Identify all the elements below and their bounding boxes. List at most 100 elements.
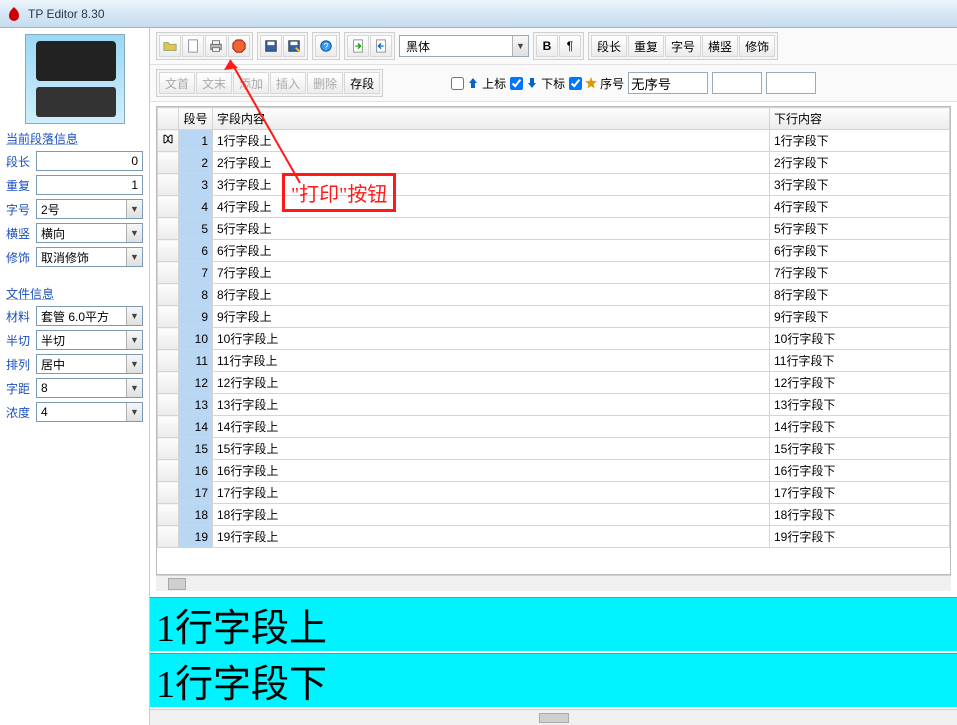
- btn-delete[interactable]: 删除: [307, 72, 343, 94]
- table-row[interactable]: 1414行字段上14行字段下: [158, 416, 950, 438]
- cell-lower[interactable]: 18行字段下: [770, 504, 950, 526]
- data-grid[interactable]: 段号 字段内容 下行内容 11行字段上1行字段下22行字段上2行字段下33行字段…: [156, 106, 951, 575]
- btn-doc-first[interactable]: 文首: [159, 72, 195, 94]
- btn-add[interactable]: 添加: [233, 72, 269, 94]
- cell-lower[interactable]: 9行字段下: [770, 306, 950, 328]
- import-button[interactable]: [347, 35, 369, 57]
- btn-insert[interactable]: 插入: [270, 72, 306, 94]
- table-row[interactable]: 1515行字段上15行字段下: [158, 438, 950, 460]
- saveas-button[interactable]: [283, 35, 305, 57]
- select-font[interactable]: 2号▼: [36, 199, 143, 219]
- btn-doc-last[interactable]: 文末: [196, 72, 232, 94]
- table-row[interactable]: 11行字段上1行字段下: [158, 130, 950, 152]
- table-row[interactable]: 77行字段上7行字段下: [158, 262, 950, 284]
- cell-lower[interactable]: 14行字段下: [770, 416, 950, 438]
- cell-lower[interactable]: 12行字段下: [770, 372, 950, 394]
- cell-lower[interactable]: 15行字段下: [770, 438, 950, 460]
- select-material[interactable]: 套管 6.0平方▼: [36, 306, 143, 326]
- cell-upper[interactable]: 10行字段上: [213, 328, 770, 350]
- table-row[interactable]: 1818行字段上18行字段下: [158, 504, 950, 526]
- select-orient[interactable]: 横向▼: [36, 223, 143, 243]
- cell-upper[interactable]: 6行字段上: [213, 240, 770, 262]
- export-button[interactable]: [370, 35, 392, 57]
- seq-input[interactable]: [628, 72, 708, 94]
- select-halfcut[interactable]: 半切▼: [36, 330, 143, 350]
- cell-upper[interactable]: 9行字段上: [213, 306, 770, 328]
- cell-lower[interactable]: 5行字段下: [770, 218, 950, 240]
- table-row[interactable]: 44行字段上4行字段下: [158, 196, 950, 218]
- help-button[interactable]: ?: [315, 35, 337, 57]
- table-row[interactable]: 1717行字段上17行字段下: [158, 482, 950, 504]
- cell-upper[interactable]: 3行字段上: [213, 174, 770, 196]
- cell-lower[interactable]: 11行字段下: [770, 350, 950, 372]
- cell-lower[interactable]: 2行字段下: [770, 152, 950, 174]
- table-row[interactable]: 55行字段上5行字段下: [158, 218, 950, 240]
- chk-superscript[interactable]: 上标: [451, 75, 506, 92]
- table-row[interactable]: 1616行字段上16行字段下: [158, 460, 950, 482]
- stop-button[interactable]: [228, 35, 250, 57]
- cell-upper[interactable]: 8行字段上: [213, 284, 770, 306]
- cell-lower[interactable]: 16行字段下: [770, 460, 950, 482]
- table-row[interactable]: 1111行字段上11行字段下: [158, 350, 950, 372]
- btn-orient[interactable]: 横竖: [702, 35, 738, 57]
- table-row[interactable]: 1010行字段上10行字段下: [158, 328, 950, 350]
- new-button[interactable]: [182, 35, 204, 57]
- cell-upper[interactable]: 17行字段上: [213, 482, 770, 504]
- btn-repeat[interactable]: 重复: [628, 35, 664, 57]
- cell-lower[interactable]: 13行字段下: [770, 394, 950, 416]
- btn-fontsize[interactable]: 字号: [665, 35, 701, 57]
- checkbox-up[interactable]: [451, 77, 464, 90]
- chk-subscript[interactable]: 下标: [510, 75, 565, 92]
- bottom-hscroll[interactable]: [150, 709, 957, 725]
- seq-extra-1[interactable]: [712, 72, 762, 94]
- cell-lower[interactable]: 10行字段下: [770, 328, 950, 350]
- cell-lower[interactable]: 17行字段下: [770, 482, 950, 504]
- seq-extra-2[interactable]: [766, 72, 816, 94]
- cell-lower[interactable]: 19行字段下: [770, 526, 950, 548]
- cell-upper[interactable]: 14行字段上: [213, 416, 770, 438]
- input-repeat[interactable]: 1: [36, 175, 143, 195]
- cell-upper[interactable]: 13行字段上: [213, 394, 770, 416]
- cell-upper[interactable]: 18行字段上: [213, 504, 770, 526]
- cell-lower[interactable]: 4行字段下: [770, 196, 950, 218]
- cell-upper[interactable]: 16行字段上: [213, 460, 770, 482]
- table-row[interactable]: 1919行字段上19行字段下: [158, 526, 950, 548]
- cell-upper[interactable]: 5行字段上: [213, 218, 770, 240]
- cell-lower[interactable]: 8行字段下: [770, 284, 950, 306]
- cell-lower[interactable]: 7行字段下: [770, 262, 950, 284]
- table-row[interactable]: 1313行字段上13行字段下: [158, 394, 950, 416]
- cell-upper[interactable]: 7行字段上: [213, 262, 770, 284]
- table-row[interactable]: 1212行字段上12行字段下: [158, 372, 950, 394]
- cell-lower[interactable]: 1行字段下: [770, 130, 950, 152]
- cell-upper[interactable]: 4行字段上: [213, 196, 770, 218]
- scrollbar-thumb[interactable]: [168, 578, 186, 590]
- grid-hscroll[interactable]: [156, 575, 951, 591]
- save-button[interactable]: [260, 35, 282, 57]
- cell-lower[interactable]: 3行字段下: [770, 174, 950, 196]
- table-row[interactable]: 66行字段上6行字段下: [158, 240, 950, 262]
- checkbox-down[interactable]: [510, 77, 523, 90]
- print-button[interactable]: [205, 35, 227, 57]
- cell-upper[interactable]: 15行字段上: [213, 438, 770, 460]
- select-align[interactable]: 居中▼: [36, 354, 143, 374]
- cell-lower[interactable]: 6行字段下: [770, 240, 950, 262]
- cell-upper[interactable]: 19行字段上: [213, 526, 770, 548]
- cell-upper[interactable]: 11行字段上: [213, 350, 770, 372]
- cell-upper[interactable]: 12行字段上: [213, 372, 770, 394]
- scrollbar-thumb[interactable]: [539, 713, 569, 723]
- select-decor[interactable]: 取消修饰▼: [36, 247, 143, 267]
- table-row[interactable]: 99行字段上9行字段下: [158, 306, 950, 328]
- btn-save-seg[interactable]: 存段: [344, 72, 380, 94]
- paragraph-button[interactable]: ¶: [559, 35, 581, 57]
- checkbox-seq[interactable]: [569, 77, 582, 90]
- select-density[interactable]: 4▼: [36, 402, 143, 422]
- bold-button[interactable]: B: [536, 35, 558, 57]
- cell-upper[interactable]: 1行字段上: [213, 130, 770, 152]
- btn-decor[interactable]: 修饰: [739, 35, 775, 57]
- table-row[interactable]: 88行字段上8行字段下: [158, 284, 950, 306]
- table-row[interactable]: 22行字段上2行字段下: [158, 152, 950, 174]
- open-button[interactable]: [159, 35, 181, 57]
- cell-upper[interactable]: 2行字段上: [213, 152, 770, 174]
- select-spacing[interactable]: 8▼: [36, 378, 143, 398]
- font-family-select[interactable]: 黑体 ▼: [399, 35, 529, 57]
